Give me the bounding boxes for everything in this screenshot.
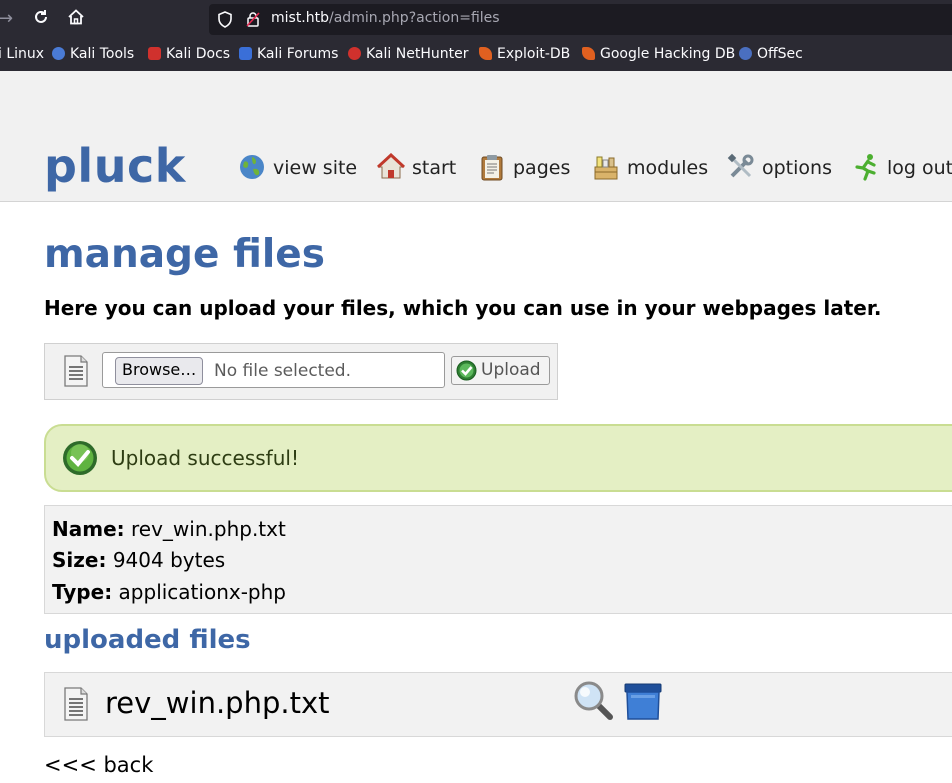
- ghdb-icon: [582, 47, 595, 60]
- document-icon: [62, 354, 90, 392]
- bookmark-kali-linux[interactable]: i Linux: [0, 46, 44, 62]
- url-text: mist.htb/admin.php?action=files: [271, 10, 500, 26]
- success-text: Upload successful!: [111, 446, 299, 470]
- bookmark-kali-nethunter[interactable]: Kali NetHunter: [348, 46, 468, 62]
- pluck-logo[interactable]: pluck: [44, 139, 186, 193]
- bookmark-label: Exploit-DB: [497, 46, 571, 62]
- menu-start[interactable]: start: [376, 152, 457, 181]
- uploaded-files-title: uploaded files: [44, 625, 251, 655]
- info-size-value: 9404 bytes: [112, 548, 226, 572]
- url-path: /admin.php?action=files: [329, 10, 500, 26]
- kali-tools-icon: [52, 47, 65, 60]
- no-file-text: No file selected.: [214, 361, 351, 381]
- info-type-label: Type:: [52, 580, 113, 604]
- document-icon: [62, 686, 90, 726]
- url-host: mist.htb: [271, 10, 330, 26]
- menu-pages[interactable]: pages: [478, 153, 570, 181]
- bookmark-label: Google Hacking DB: [600, 46, 736, 62]
- forward-arrow-icon[interactable]: →: [0, 8, 13, 30]
- bookmark-label: OffSec: [757, 46, 803, 62]
- menu-log-out[interactable]: log out: [852, 153, 952, 181]
- house-icon: [376, 152, 406, 181]
- upload-form: Browse… No file selected. Upload: [44, 343, 558, 400]
- kali-docs-icon: [148, 47, 161, 60]
- page-intro: Here you can upload your files, which yo…: [44, 296, 882, 320]
- bookmark-exploit-db[interactable]: Exploit-DB: [479, 46, 570, 62]
- globe-icon: [238, 153, 266, 181]
- file-info: Name: rev_win.php.txt Size: 9404 bytes T…: [44, 505, 952, 614]
- info-name-value: rev_win.php.txt: [131, 517, 286, 541]
- browse-button[interactable]: Browse…: [115, 357, 204, 385]
- browser-toolbar: → mist.htb/admin.php?action=files: [0, 0, 952, 38]
- offsec-icon: [739, 47, 752, 60]
- insecure-lock-icon[interactable]: [245, 11, 261, 32]
- running-man-icon: [852, 153, 880, 181]
- menu-view-site[interactable]: view site: [238, 153, 357, 181]
- file-input[interactable]: Browse… No file selected.: [102, 352, 445, 388]
- checkmark-icon: [456, 360, 477, 386]
- bookmark-kali-forums[interactable]: Kali Forums: [239, 46, 338, 62]
- info-name-label: Name:: [52, 517, 125, 541]
- success-check-icon: [62, 440, 98, 480]
- pluck-header: pluck view site start pages modules opti…: [0, 71, 952, 202]
- back-link[interactable]: <<< back: [44, 753, 153, 777]
- kali-forums-icon: [239, 47, 252, 60]
- menu-label: pages: [513, 157, 571, 179]
- tools-icon: [727, 153, 755, 181]
- address-bar[interactable]: mist.htb/admin.php?action=files: [209, 4, 952, 35]
- bookmark-label: Kali Docs: [166, 46, 231, 62]
- home-icon[interactable]: [67, 8, 85, 32]
- reload-icon[interactable]: [32, 8, 50, 32]
- info-size: Size: 9404 bytes: [52, 548, 225, 572]
- modules-box-icon: [592, 153, 620, 181]
- menu-label: options: [762, 157, 832, 179]
- bookmark-label: i Linux: [0, 46, 45, 62]
- file-name: rev_win.php.txt: [105, 686, 330, 720]
- bookmark-google-hacking-db[interactable]: Google Hacking DB: [582, 46, 735, 62]
- bookmark-label: Kali NetHunter: [366, 46, 469, 62]
- menu-label: log out: [887, 157, 952, 179]
- bookmark-label: Kali Forums: [257, 46, 339, 62]
- menu-label: view site: [273, 157, 358, 179]
- clipboard-icon: [478, 153, 506, 181]
- info-size-label: Size:: [52, 548, 107, 572]
- kali-nethunter-icon: [348, 47, 361, 60]
- bookmarks-toolbar: i Linux Kali Tools Kali Docs Kali Forums…: [0, 38, 952, 72]
- bookmark-kali-docs[interactable]: Kali Docs: [148, 46, 230, 62]
- menu-label: start: [412, 157, 457, 179]
- menu-label: modules: [627, 157, 709, 179]
- magnifier-icon[interactable]: [572, 679, 614, 725]
- exploit-db-icon: [479, 47, 492, 60]
- upload-button[interactable]: Upload: [451, 356, 550, 385]
- menu-options[interactable]: options: [727, 153, 832, 181]
- info-name: Name: rev_win.php.txt: [52, 517, 286, 541]
- upload-button-label: Upload: [481, 360, 541, 380]
- bookmark-offsec[interactable]: OffSec: [739, 46, 803, 62]
- info-type: Type: applicationx-php: [52, 580, 286, 604]
- bookmark-label: Kali Tools: [70, 46, 135, 62]
- trash-bin-icon[interactable]: [623, 681, 663, 725]
- menu-modules[interactable]: modules: [592, 153, 708, 181]
- page-title: manage files: [44, 232, 325, 277]
- bookmark-kali-tools[interactable]: Kali Tools: [52, 46, 134, 62]
- success-message: Upload successful!: [44, 424, 952, 492]
- file-row: rev_win.php.txt: [44, 672, 952, 737]
- shield-icon[interactable]: [217, 11, 233, 32]
- info-type-value: applicationx-php: [118, 580, 286, 604]
